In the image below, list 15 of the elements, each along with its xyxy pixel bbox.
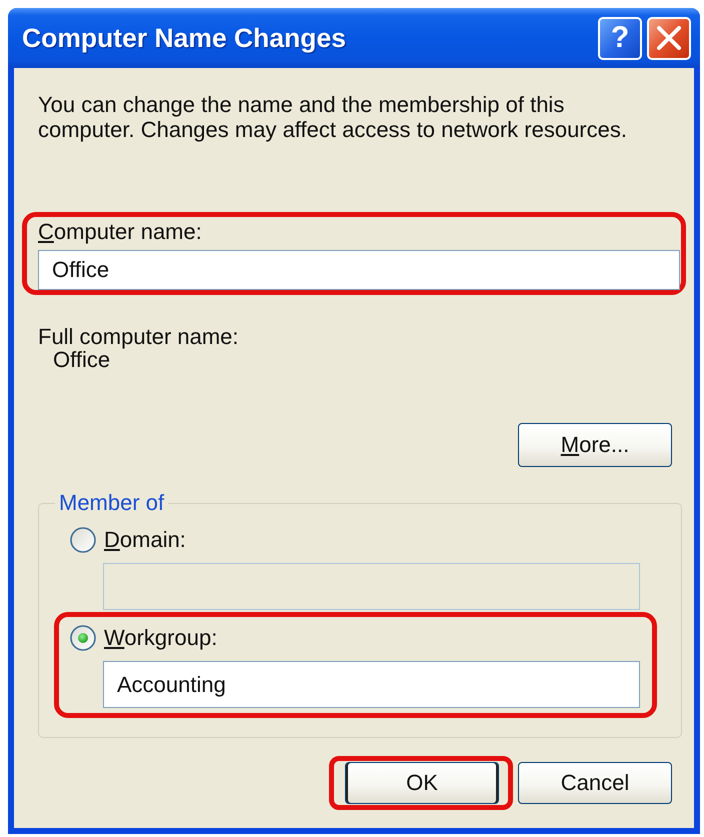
full-name-value: Office [53,349,110,371]
group-title: Member of [58,491,166,515]
radio-option[interactable]: Workgroup: [70,625,218,651]
text-field[interactable]: Accounting [103,661,640,708]
dialog-button[interactable]: Cancel [518,762,672,804]
close-icon [657,26,681,50]
window-title: Computer Name Changes [22,22,347,54]
close-button[interactable] [647,16,691,60]
computer-name-field[interactable]: Office [38,250,680,290]
more-button[interactable]: More... [518,423,672,467]
help-button[interactable]: ? [598,16,642,60]
full-name-label: Full computer name: [38,325,239,349]
computer-name-label: Computer name: [38,219,203,245]
description-text: You can change the name and the membership of this computer. Changes may affect access to network resources. [38,92,628,142]
dialog-button[interactable]: OK [345,762,499,804]
